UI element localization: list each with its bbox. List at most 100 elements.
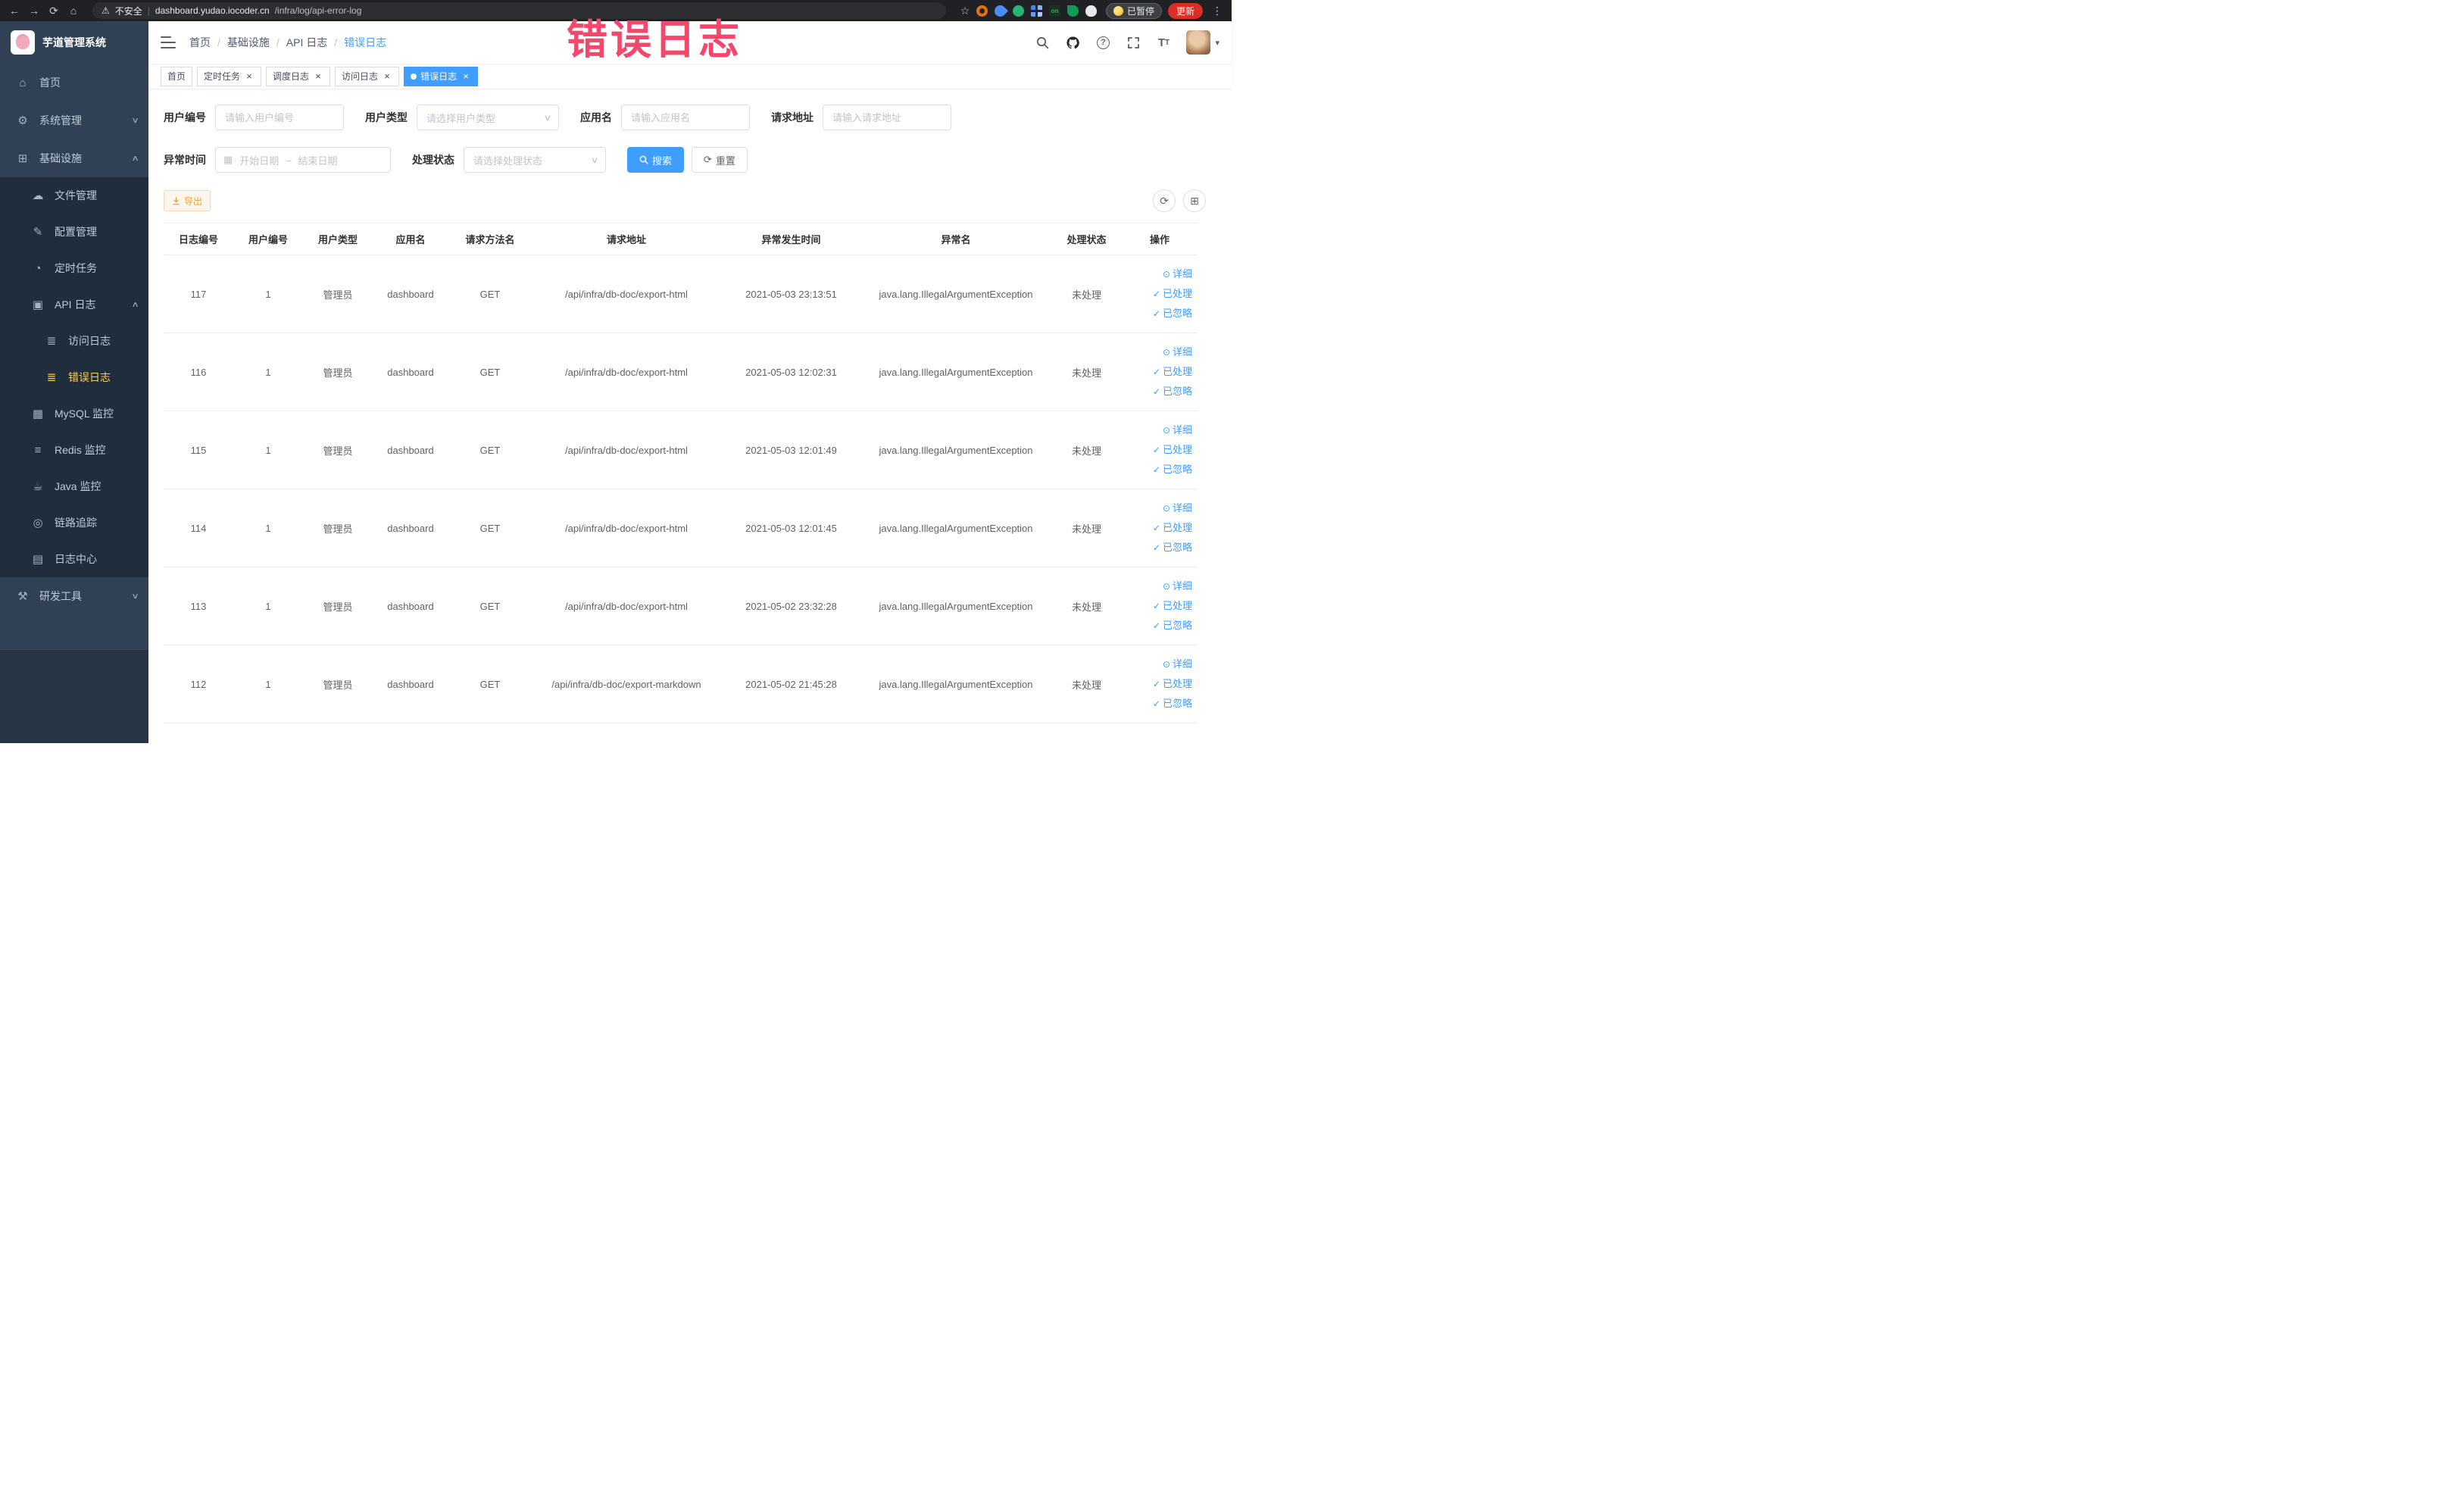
mark-ignored-link[interactable]: ✓ 已忽略	[1127, 538, 1192, 558]
user-type-select[interactable]: 请选择用户类型 ∨	[417, 105, 559, 130]
mark-processed-link[interactable]: ✓ 已处理	[1127, 284, 1192, 304]
reset-button[interactable]: ⟳ 重置	[692, 147, 748, 173]
check-icon: ✓	[1152, 620, 1160, 631]
reload-icon[interactable]: ⟳	[45, 2, 62, 19]
extension-icon[interactable]	[1085, 5, 1097, 17]
bookmark-star-icon[interactable]: ☆	[957, 2, 973, 19]
process-status-select[interactable]: 请选择处理状态 ∨	[464, 147, 606, 173]
column-header-time: 异常发生时间	[721, 223, 861, 255]
request-url-input[interactable]	[823, 105, 951, 130]
close-icon[interactable]: ×	[461, 71, 471, 82]
home-icon[interactable]: ⌂	[65, 2, 82, 19]
profile-paused-badge[interactable]: 已暂停	[1105, 2, 1162, 19]
check-icon: ✓	[1152, 445, 1160, 455]
extension-icon[interactable]	[1030, 5, 1042, 17]
detail-link[interactable]: ⊙ 详细	[1127, 264, 1192, 284]
extension-icon[interactable]	[992, 2, 1009, 19]
mark-processed-link[interactable]: ✓ 已处理	[1127, 674, 1192, 694]
sidebar-item-infrastructure[interactable]: ⊞ 基础设施 ∧	[0, 139, 148, 177]
column-header-status: 处理状态	[1051, 223, 1123, 255]
close-icon[interactable]: ×	[382, 71, 392, 82]
logo[interactable]: 芋道管理系统	[0, 21, 148, 64]
mark-processed-link[interactable]: ✓ 已处理	[1127, 596, 1192, 616]
exception-time-range-picker[interactable]: ▦ 开始日期 – 结束日期	[215, 147, 391, 173]
sidebar-item-config-management[interactable]: ✎ 配置管理	[0, 214, 148, 250]
cell-request-url: /api/infra/db-doc/export-html	[532, 567, 721, 645]
sidebar-item-log-center[interactable]: ▤ 日志中心	[0, 541, 148, 577]
search-button[interactable]: 搜索	[627, 147, 685, 173]
export-button[interactable]: 导出	[164, 190, 211, 211]
sidebar-item-file-management[interactable]: ☁ 文件管理	[0, 177, 148, 214]
tab-scheduled-jobs[interactable]: 定时任务 ×	[197, 66, 262, 86]
calendar-icon: ▦	[223, 154, 233, 165]
breadcrumb: 首页 / 基础设施 / API 日志 / 错误日志	[189, 35, 387, 50]
cell-user-type: 管理员	[303, 567, 373, 645]
tab-home[interactable]: 首页	[161, 66, 193, 86]
mark-ignored-link[interactable]: ✓ 已忽略	[1127, 304, 1192, 323]
sidebar-item-trace[interactable]: ◎ 链路追踪	[0, 505, 148, 541]
mark-ignored-link[interactable]: ✓ 已忽略	[1127, 694, 1192, 714]
app-name-input[interactable]	[621, 105, 750, 130]
detail-link[interactable]: ⊙ 详细	[1127, 654, 1192, 674]
tab-job-log[interactable]: 调度日志 ×	[266, 66, 331, 86]
detail-link[interactable]: ⊙ 详细	[1127, 498, 1192, 518]
cell-status: 未处理	[1051, 333, 1123, 411]
sidebar-item-dev-tools[interactable]: ⚒ 研发工具 ∨	[0, 577, 148, 615]
cell-exception: java.lang.IllegalArgumentException	[861, 489, 1051, 567]
extension-icon[interactable]: on	[1048, 5, 1060, 17]
extension-icon[interactable]	[1066, 5, 1079, 17]
forward-icon[interactable]: →	[26, 2, 42, 19]
tab-access-log[interactable]: 访问日志 ×	[335, 66, 400, 86]
layers-icon: ≡	[34, 443, 42, 457]
eye-icon: ⊙	[1162, 581, 1170, 592]
check-icon: ✓	[1152, 464, 1160, 475]
sidebar-item-error-log[interactable]: ≣ 错误日志	[0, 359, 148, 395]
sidebar: 芋道管理系统 ⌂ 首页 ⚙ 系统管理 ∨ ⊞ 基础设施 ∧ ☁ 文件管理 ✎ 配…	[0, 21, 148, 743]
extension-icon[interactable]	[1012, 5, 1024, 17]
breadcrumb-home[interactable]: 首页	[189, 35, 211, 50]
close-icon[interactable]: ×	[244, 71, 255, 82]
paused-label: 已暂停	[1126, 5, 1154, 17]
log-document-icon: ▣	[32, 298, 44, 311]
mark-ignored-link[interactable]: ✓ 已忽略	[1127, 616, 1192, 636]
refresh-icon[interactable]: ⟳	[1153, 189, 1176, 212]
chrome-update-button[interactable]: 更新	[1167, 2, 1203, 19]
help-icon[interactable]: ?	[1095, 35, 1110, 50]
font-size-icon[interactable]: TT	[1156, 35, 1171, 50]
sidebar-item-java-monitor[interactable]: ☕ Java 监控	[0, 468, 148, 505]
cell-status: 未处理	[1051, 489, 1123, 567]
mark-processed-link[interactable]: ✓ 已处理	[1127, 362, 1192, 382]
download-icon	[172, 196, 180, 205]
mark-processed-link[interactable]: ✓ 已处理	[1127, 518, 1192, 538]
mark-ignored-link[interactable]: ✓ 已忽略	[1127, 382, 1192, 401]
detail-link[interactable]: ⊙ 详细	[1127, 342, 1192, 362]
close-icon[interactable]: ×	[313, 71, 323, 82]
sidebar-item-access-log[interactable]: ≣ 访问日志	[0, 323, 148, 359]
tab-error-log[interactable]: 错误日志 ×	[404, 66, 479, 86]
user-menu[interactable]: ▾	[1186, 30, 1220, 55]
detail-link[interactable]: ⊙ 详细	[1127, 420, 1192, 440]
extension-icon[interactable]	[976, 5, 988, 17]
back-icon[interactable]: ←	[6, 2, 23, 19]
github-icon[interactable]	[1065, 35, 1080, 50]
sidebar-item-mysql-monitor[interactable]: ▦ MySQL 监控	[0, 395, 148, 432]
breadcrumb-api-logs[interactable]: API 日志	[286, 35, 327, 50]
hamburger-icon[interactable]	[161, 36, 176, 48]
sidebar-item-api-logs[interactable]: ▣ API 日志 ∧	[0, 286, 148, 323]
error-log-table: 日志编号 用户编号 用户类型 应用名 请求方法名 请求地址 异常发生时间 异常名…	[164, 223, 1197, 723]
user-id-input[interactable]	[215, 105, 344, 130]
detail-link[interactable]: ⊙ 详细	[1127, 576, 1192, 596]
fullscreen-icon[interactable]	[1126, 35, 1141, 50]
mark-processed-link[interactable]: ✓ 已处理	[1127, 440, 1192, 460]
breadcrumb-infrastructure[interactable]: 基础设施	[227, 35, 270, 50]
sidebar-item-system-management[interactable]: ⚙ 系统管理 ∨	[0, 102, 148, 139]
search-icon[interactable]	[1035, 35, 1050, 50]
column-settings-icon[interactable]: ⊞	[1183, 189, 1206, 212]
browser-menu-icon[interactable]: ⋮	[1209, 2, 1226, 19]
mark-ignored-link[interactable]: ✓ 已忽略	[1127, 460, 1192, 480]
sidebar-item-scheduled-jobs[interactable]: ◔ 定时任务	[0, 250, 148, 286]
sidebar-item-redis-monitor[interactable]: ≡ Redis 监控	[0, 432, 148, 468]
cell-time: 2021-05-02 21:45:28	[721, 645, 861, 723]
sidebar-item-home[interactable]: ⌂ 首页	[0, 64, 148, 102]
address-bar[interactable]: ⚠ 不安全 | dashboard.yudao.iocoder.cn/infra…	[92, 2, 946, 19]
